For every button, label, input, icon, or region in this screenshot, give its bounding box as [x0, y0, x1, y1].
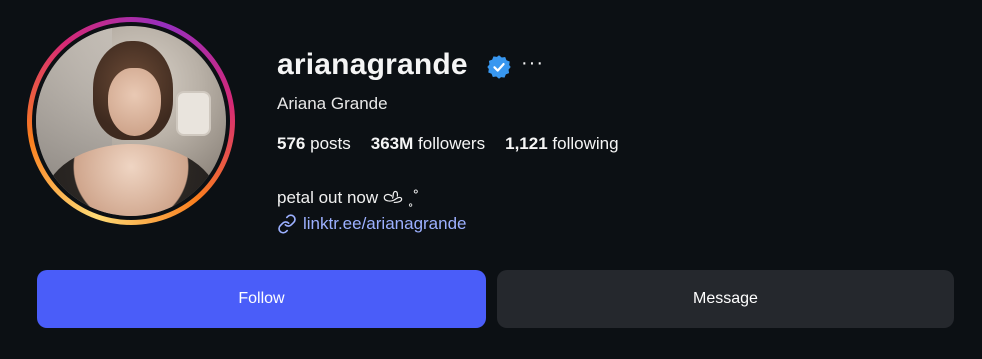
posts-label: posts: [310, 134, 351, 153]
followers-label: followers: [418, 134, 486, 153]
profile-bio: petal out now 𐚁 ˳˚: [277, 188, 420, 207]
profile-stats: 576 posts 363M followers 1,121 following: [277, 134, 619, 154]
profile-full-name: Ariana Grande: [277, 94, 388, 113]
avatar[interactable]: [36, 26, 226, 216]
avatar-gap: [32, 22, 230, 220]
link-icon: [278, 214, 296, 234]
more-options-icon[interactable]: ···: [521, 52, 544, 75]
avatar-phone: [176, 90, 211, 137]
verified-badge-icon: [487, 55, 511, 79]
following-label: following: [552, 134, 619, 153]
profile-username: arianagrande: [277, 48, 468, 81]
posts-stat: 576 posts: [277, 134, 351, 154]
followers-stat[interactable]: 363M followers: [371, 134, 485, 154]
profile-link[interactable]: linktr.ee/arianagrande: [277, 214, 467, 234]
followers-count: 363M: [370, 134, 414, 153]
following-count: 1,121: [505, 134, 548, 153]
profile-avatar-ring[interactable]: [27, 17, 235, 225]
posts-count: 576: [277, 134, 306, 153]
profile-link-text[interactable]: linktr.ee/arianagrande: [303, 214, 467, 234]
message-button[interactable]: Message: [497, 270, 954, 328]
follow-button[interactable]: Follow: [37, 270, 486, 328]
following-stat[interactable]: 1,121 following: [505, 134, 618, 154]
